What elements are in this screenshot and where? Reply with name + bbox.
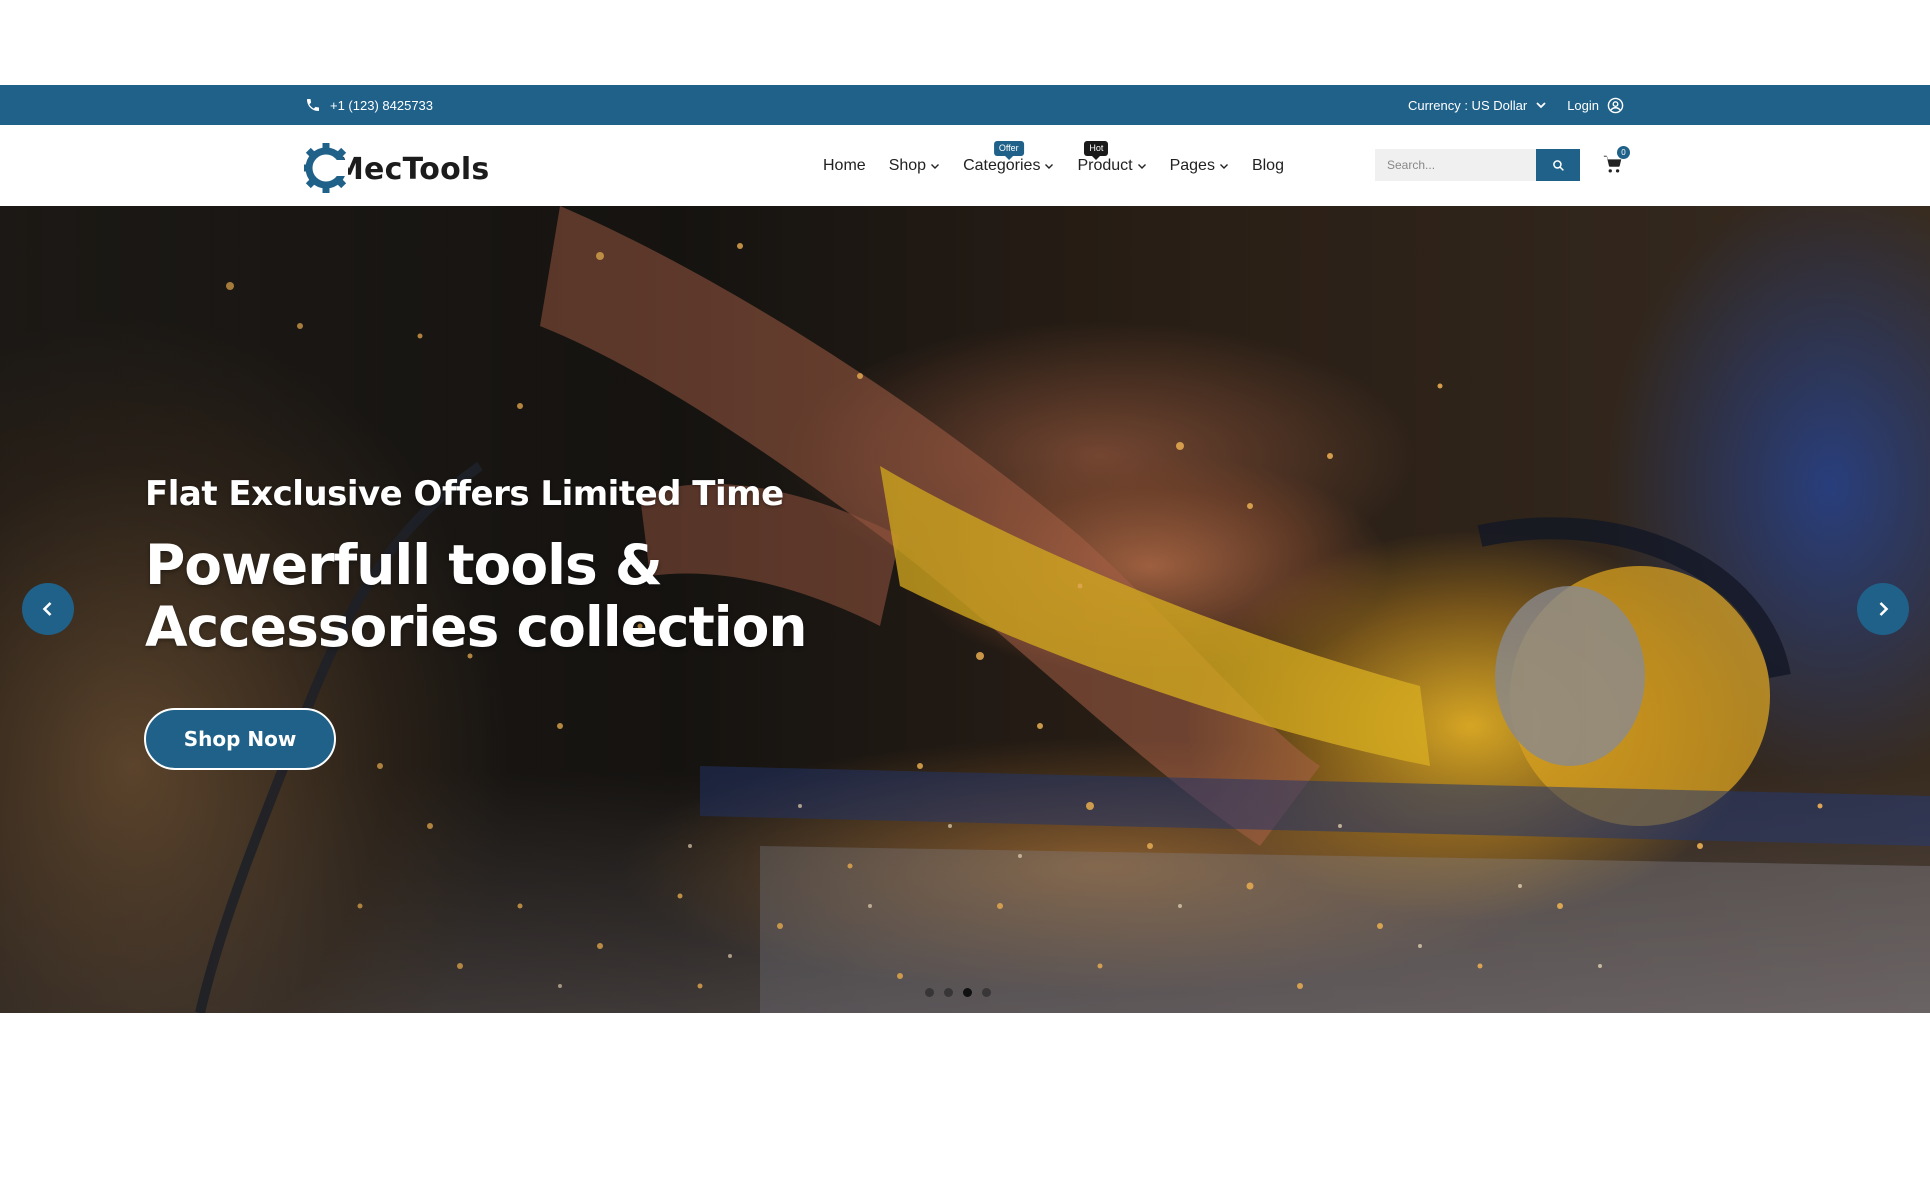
phone-contact[interactable]: +1 (123) 8425733 (305, 85, 433, 125)
nav-categories[interactable]: Offer Categories (963, 125, 1054, 206)
login-link[interactable]: Login (1567, 97, 1624, 114)
hero-subtitle: Flat Exclusive Offers Limited Time (145, 474, 784, 514)
nav-product-label: Product (1077, 156, 1133, 174)
chevron-down-icon (1045, 163, 1054, 169)
search-button[interactable] (1536, 149, 1580, 181)
chevron-down-icon (1219, 163, 1228, 169)
search-input[interactable] (1375, 149, 1536, 181)
offer-badge: Offer (993, 141, 1024, 160)
nav-product[interactable]: Hot Product (1077, 125, 1146, 206)
slider-dot-active[interactable] (963, 988, 972, 997)
shop-now-button[interactable]: Shop Now (144, 708, 336, 770)
main-header: MecTools Home Shop Offer Categories Hot … (0, 125, 1930, 206)
site-logo[interactable]: MecTools (304, 138, 489, 194)
top-bar: +1 (123) 8425733 Currency : US Dollar Lo… (0, 85, 1930, 125)
nav-pages-label: Pages (1169, 156, 1215, 174)
gear-icon (304, 143, 348, 193)
currency-label: Currency : US Dollar (1407, 97, 1528, 113)
slider-next-button[interactable] (1857, 583, 1909, 635)
cart-count-badge: 0 (1617, 146, 1630, 159)
nav-blog[interactable]: Blog (1252, 125, 1284, 206)
arrow-right-icon (1879, 602, 1889, 616)
slider-dot[interactable] (925, 988, 934, 997)
nav-blog-label: Blog (1251, 156, 1284, 174)
hero-content: Flat Exclusive Offers Limited Time Power… (145, 474, 905, 658)
phone-number: +1 (123) 8425733 (330, 97, 434, 113)
nav-pages[interactable]: Pages (1170, 125, 1229, 206)
chevron-down-icon (931, 163, 940, 169)
chevron-down-icon (1536, 102, 1546, 109)
currency-selector[interactable]: Currency : US Dollar (1408, 98, 1547, 113)
hot-badge: Hot (1084, 141, 1109, 160)
nav-home[interactable]: Home (823, 125, 866, 206)
main-nav: Home Shop Offer Categories Hot Product P… (823, 125, 1284, 206)
phone-icon (307, 99, 319, 111)
chevron-down-icon (1137, 163, 1146, 169)
nav-shop[interactable]: Shop (889, 125, 940, 206)
search-icon (1552, 159, 1564, 171)
hero-title: Powerfull tools & Accessories collection (145, 533, 808, 659)
slider-prev-button[interactable] (22, 583, 74, 635)
slider-dot[interactable] (944, 988, 953, 997)
cart-button[interactable]: 0 (1602, 146, 1630, 177)
login-label: Login (1567, 97, 1599, 113)
slider-dot[interactable] (982, 988, 991, 997)
slider-dots (925, 988, 991, 997)
logo-text: MecTools (334, 151, 490, 187)
hero-slider: Flat Exclusive Offers Limited Time Power… (0, 206, 1930, 1013)
arrow-left-icon (42, 602, 52, 616)
nav-home-label: Home (823, 156, 866, 174)
search-bar (1375, 149, 1580, 181)
nav-categories-label: Categories (963, 156, 1041, 174)
user-circle-icon (1607, 97, 1624, 113)
nav-shop-label: Shop (888, 156, 927, 174)
